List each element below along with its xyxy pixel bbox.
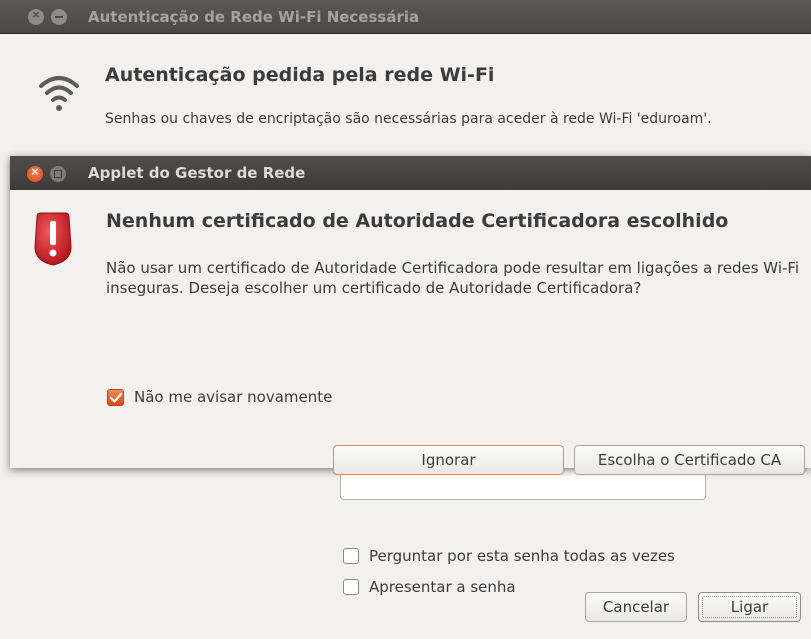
ca-warning-titlebar: × Applet do Gestor de Rede <box>10 156 811 190</box>
ca-warning-message: Não usar um certificado de Autoridade Ce… <box>106 259 800 297</box>
ca-warning-heading: Nenhum certificado de Autoridade Certifi… <box>106 210 729 232</box>
minimize-icon[interactable] <box>51 9 67 25</box>
error-icon <box>34 212 72 266</box>
connect-button[interactable]: Ligar <box>698 592 801 622</box>
wifi-auth-message: Senhas ou chaves de encriptação são nece… <box>105 111 712 127</box>
close-icon[interactable]: × <box>28 8 44 25</box>
ca-warning-dialog: × Applet do Gestor de Rede Nenhum certif… <box>10 156 811 475</box>
checkbox-label: Apresentar a senha <box>369 578 516 596</box>
checkbox-box[interactable] <box>343 548 359 564</box>
focus-ring <box>702 596 797 618</box>
ask-password-checkbox[interactable]: Perguntar por esta senha todas as vezes <box>343 546 675 566</box>
checkbox-box[interactable] <box>343 579 359 595</box>
wifi-auth-heading: Autenticação pedida pela rede Wi-Fi <box>105 64 495 86</box>
show-password-checkbox[interactable]: Apresentar a senha <box>343 577 516 597</box>
checkbox-label: Perguntar por esta senha todas as vezes <box>369 547 675 565</box>
wifi-icon <box>39 76 79 111</box>
checkbox-label: Não me avisar novamente <box>134 388 333 406</box>
ignore-button[interactable]: Ignorar <box>333 445 564 475</box>
maximize-icon[interactable] <box>50 166 66 182</box>
cancel-button[interactable]: Cancelar <box>585 592 687 622</box>
checkmark-icon <box>109 392 123 403</box>
window-title: Autenticação de Rede Wi-Fi Necessária <box>88 8 420 26</box>
checkbox-checked[interactable] <box>107 388 124 406</box>
window-title: Applet do Gestor de Rede <box>88 164 306 182</box>
close-icon[interactable]: × <box>27 165 43 182</box>
wifi-auth-titlebar: × Autenticação de Rede Wi-Fi Necessária <box>0 0 811 34</box>
dont-warn-checkbox[interactable]: Não me avisar novamente <box>107 387 332 407</box>
choose-ca-certificate-button[interactable]: Escolha o Certificado CA <box>574 445 805 475</box>
